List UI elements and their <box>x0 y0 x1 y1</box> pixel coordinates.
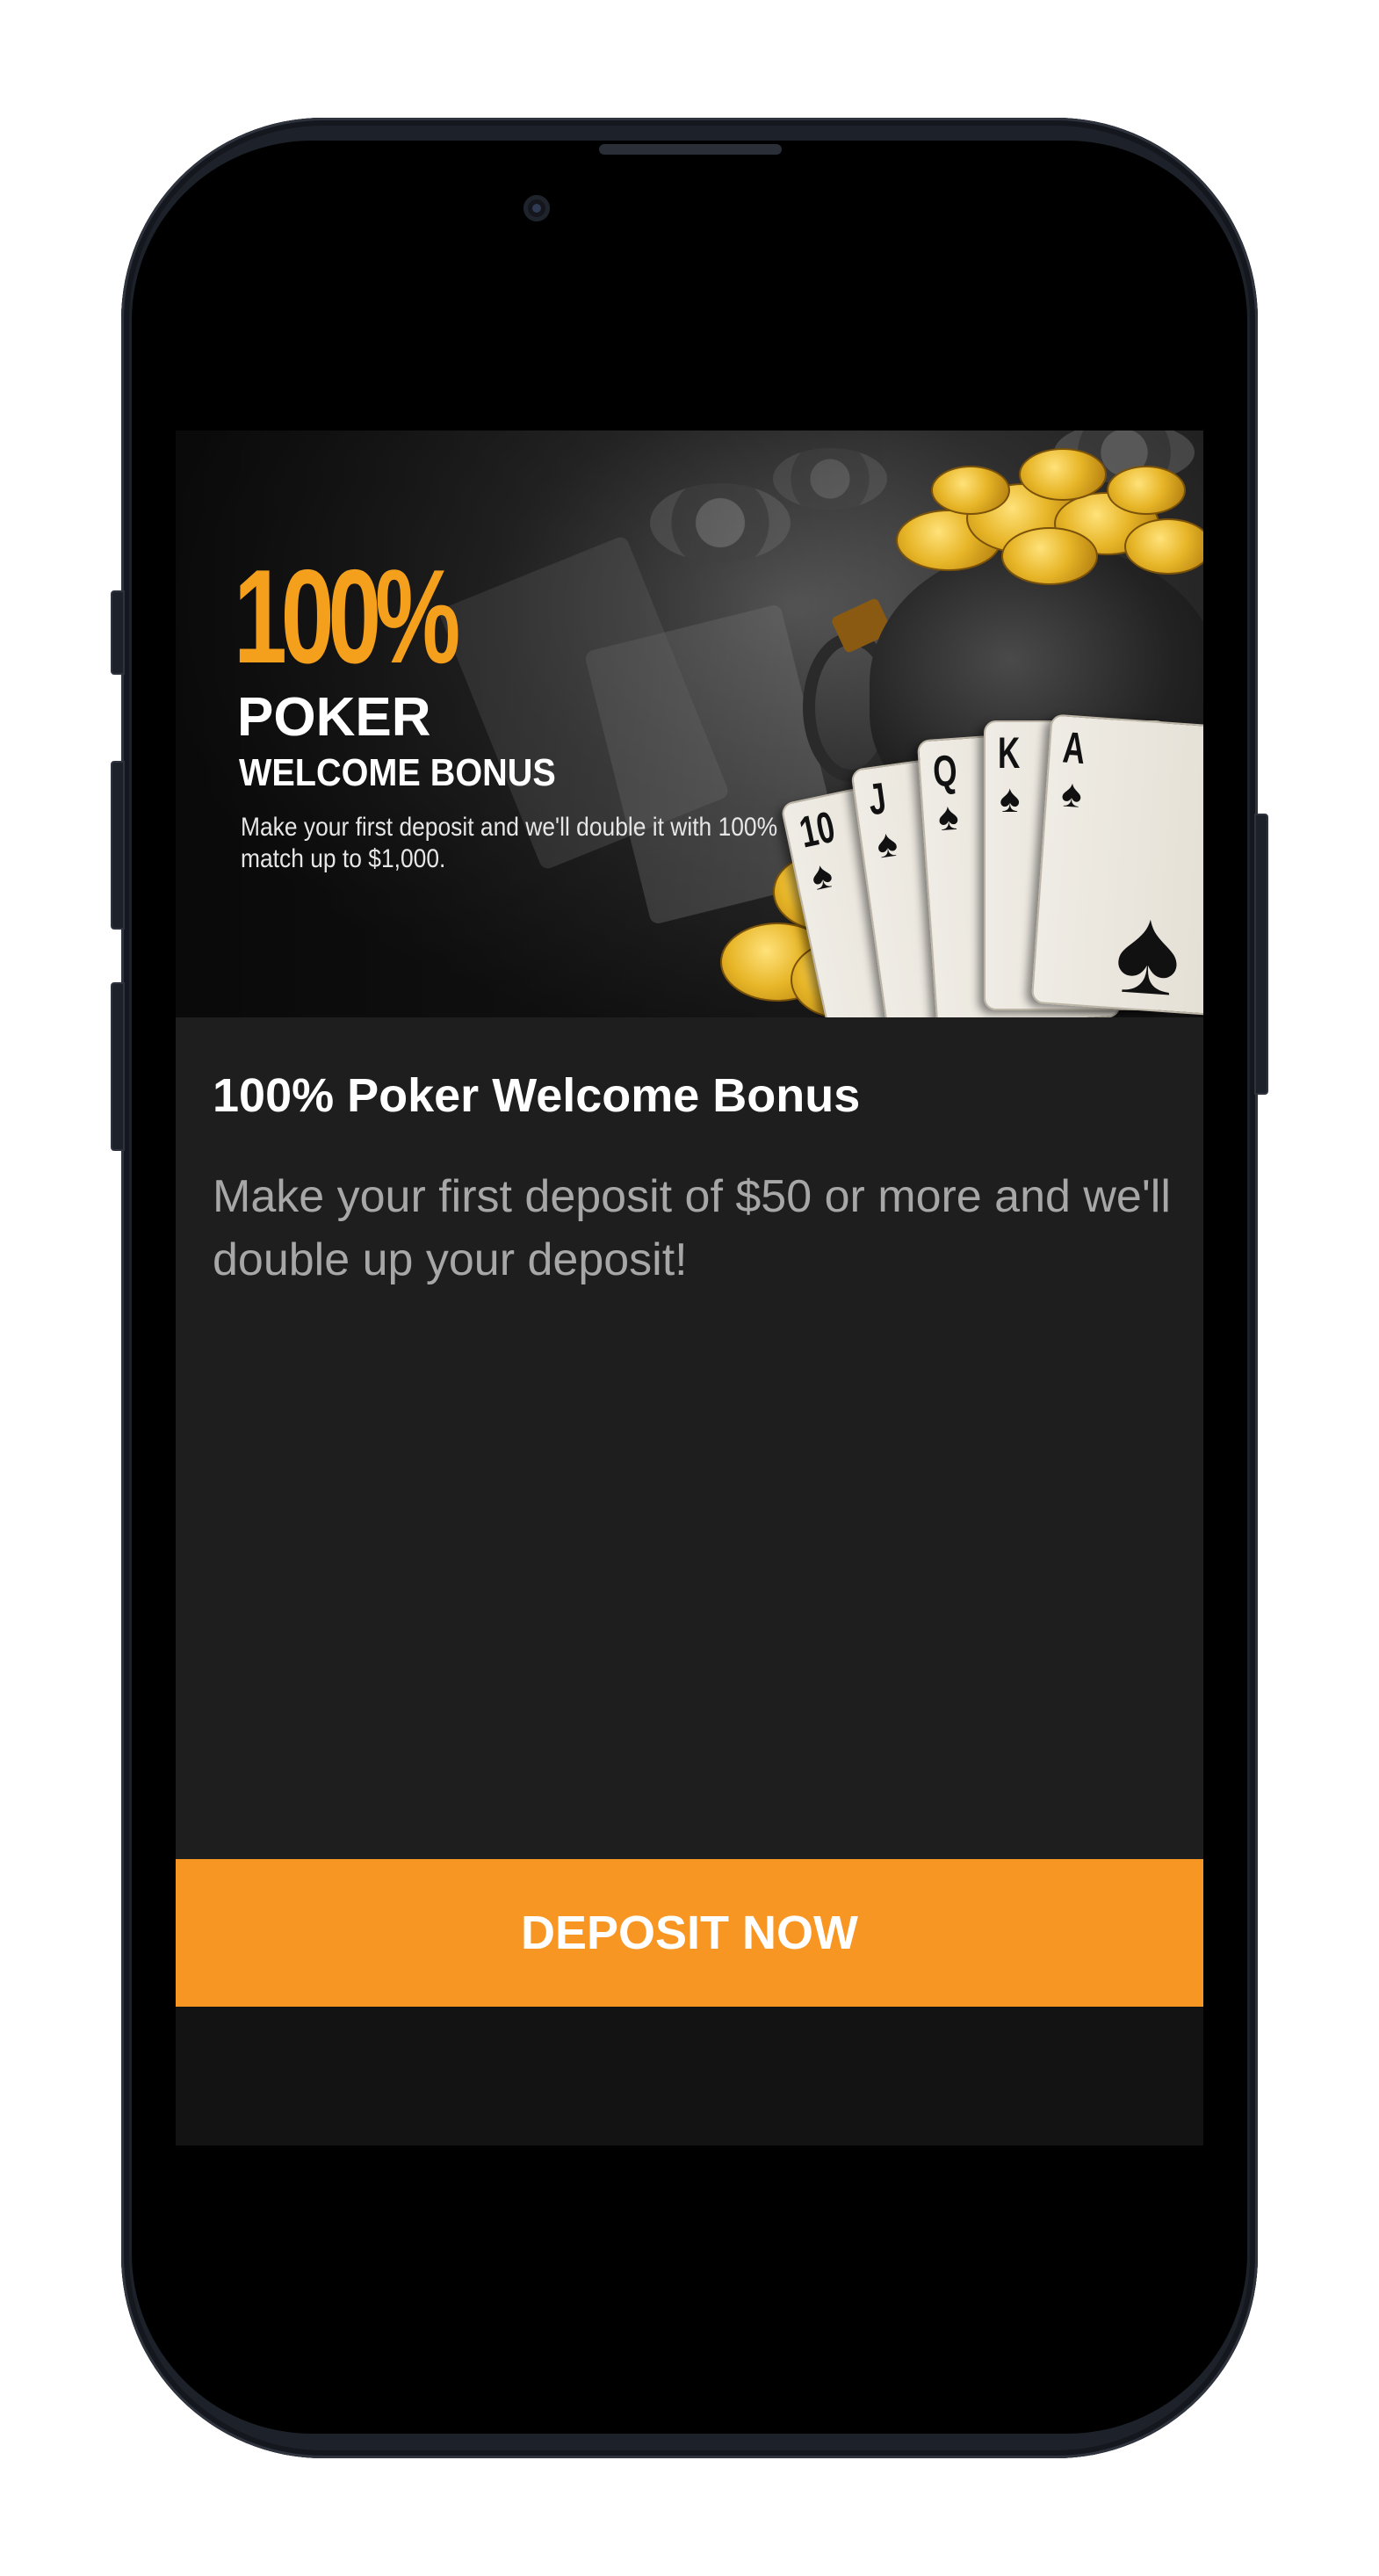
banner-percent: 100% <box>234 542 460 691</box>
banner-description: Make your first deposit and we'll double… <box>241 813 778 873</box>
promo-screen: 10 ♠ J ♠ Q ♠ K ♠ A ♠ ♠ 100% POKER WELCOM… <box>176 431 1203 2145</box>
spade-icon: ♠ <box>807 852 837 900</box>
card-rank: Q <box>931 745 959 797</box>
promo-title: 100% Poker Welcome Bonus <box>213 1069 861 1122</box>
card-rank: J <box>865 773 890 825</box>
banner-welcome-label: WELCOME BONUS <box>239 751 556 794</box>
deposit-now-button[interactable]: DEPOSIT NOW <box>176 1859 1203 2007</box>
silent-switch <box>111 590 125 675</box>
gold-coin-icon <box>1107 466 1186 515</box>
large-spade-icon: ♠ <box>1110 879 1186 1017</box>
gold-coin-icon <box>1001 527 1098 585</box>
spade-icon: ♠ <box>936 794 960 840</box>
promo-description: Make your first deposit of $50 or more a… <box>213 1171 1171 1285</box>
gold-coin-icon <box>1019 448 1107 501</box>
spade-icon: ♠ <box>1059 771 1084 816</box>
power-button <box>1254 814 1268 1095</box>
volume-up-button <box>111 761 125 930</box>
gold-coin-icon <box>931 466 1010 515</box>
spade-icon: ♠ <box>873 821 900 867</box>
playing-card-ace: A ♠ ♠ <box>1030 713 1203 1017</box>
gold-coin-icon <box>1124 518 1203 575</box>
card-rank: A <box>1061 722 1087 774</box>
camera-icon <box>523 195 550 221</box>
spade-icon: ♠ <box>1000 778 1021 821</box>
volume-down-button <box>111 982 125 1151</box>
card-rank: K <box>998 728 1021 778</box>
card-rank: 10 <box>795 801 840 857</box>
promo-banner: 10 ♠ J ♠ Q ♠ K ♠ A ♠ ♠ 100% POKER WELCOM… <box>176 431 1203 1017</box>
banner-poker-label: POKER <box>237 687 431 748</box>
promo-content-panel <box>176 1017 1203 1863</box>
speaker-grille <box>599 144 782 155</box>
